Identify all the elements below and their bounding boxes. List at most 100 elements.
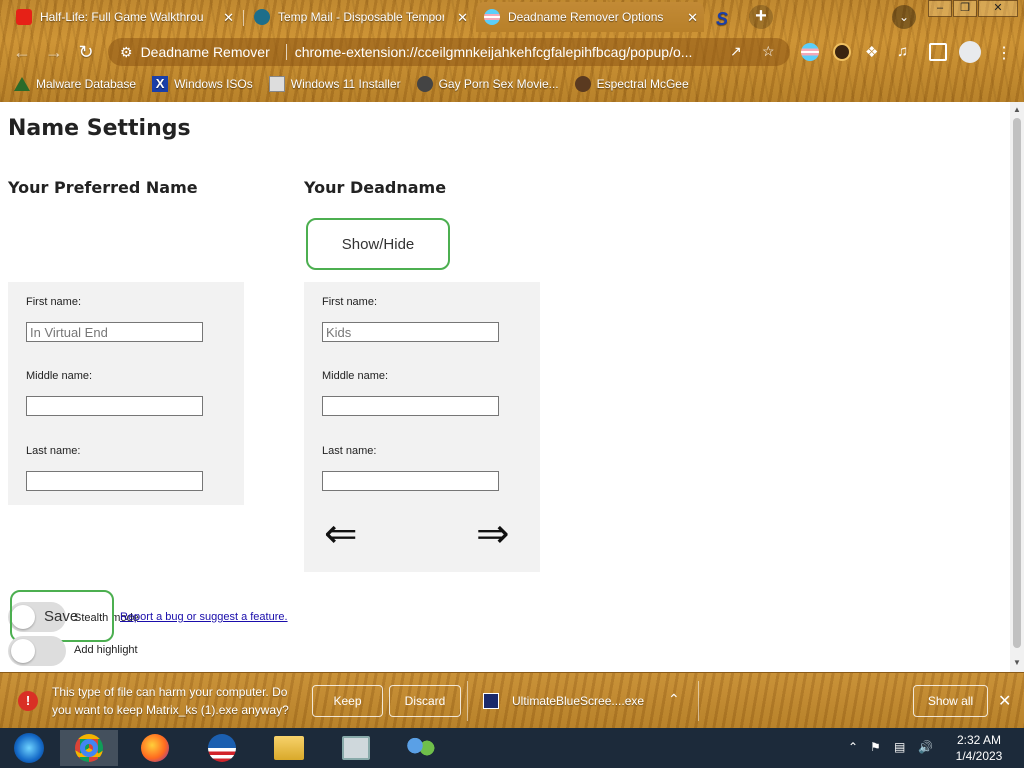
download-warning-message: This type of file can harm your computer… <box>52 685 289 717</box>
discard-button[interactable]: Discard <box>389 685 461 717</box>
tray-overflow-icon[interactable]: ⌃ <box>848 740 858 754</box>
avatar-extension-icon[interactable] <box>833 43 851 61</box>
scroll-up-icon[interactable]: ▲ <box>1013 105 1021 114</box>
s-logo-icon: S <box>716 9 729 29</box>
close-tab-icon[interactable]: ✕ <box>223 10 234 26</box>
x-logo-icon: X <box>152 76 169 92</box>
extension-name: Deadname Remover <box>140 44 270 60</box>
tab-temp-mail[interactable]: Temp Mail - Disposable Tempora ✕ <box>246 2 474 32</box>
share-icon[interactable]: ↗ <box>730 43 742 60</box>
bookmark-gay-porn-sex-movie[interactable]: Gay Porn Sex Movie... <box>416 76 559 92</box>
keep-button[interactable]: Keep <box>312 685 383 717</box>
taskbar-clock[interactable]: 2:32 AM 1/4/2023 <box>944 732 1014 764</box>
middle-name-label: Middle name: <box>322 370 389 382</box>
browser-chrome: Half-Life: Full Game Walkthrou ✕ Temp Ma… <box>0 0 1024 102</box>
firefox-icon <box>141 734 169 762</box>
save-button[interactable]: Save <box>10 590 114 642</box>
show-all-button[interactable]: Show all <box>913 685 988 717</box>
new-tab-button[interactable]: + <box>749 5 773 29</box>
maximize-button[interactable]: ❐ <box>953 0 977 17</box>
taskbar-chrome[interactable] <box>60 730 118 766</box>
exe-file-icon <box>483 693 499 709</box>
back-button[interactable]: ← <box>10 40 34 64</box>
windows-taskbar: ⌃ ⚑ ▤ 🔊 2:32 AM 1/4/2023 <box>0 728 1024 768</box>
start-button[interactable] <box>0 730 58 766</box>
bookmark-windows-isos[interactable]: X Windows ISOs <box>152 76 253 92</box>
taskbar-firefox[interactable] <box>126 730 184 766</box>
close-window-button[interactable]: ✕ <box>978 0 1018 17</box>
bookmark-malware-database[interactable]: Malware Database <box>14 77 136 91</box>
bookmarks-bar: Malware Database X Windows ISOs Windows … <box>0 72 1024 96</box>
previous-arrow-button[interactable]: ⇐ <box>324 514 358 554</box>
forward-button[interactable]: → <box>42 40 66 64</box>
next-arrow-button[interactable]: ⇒ <box>476 514 510 554</box>
bookmark-espectral-mcgee[interactable]: Espectral McGee <box>574 76 689 92</box>
network-icon[interactable]: ▤ <box>894 740 905 754</box>
temp-mail-icon <box>254 9 270 25</box>
side-panel-icon[interactable] <box>929 43 947 61</box>
triangle-icon <box>14 77 30 91</box>
tab-title: Temp Mail - Disposable Tempora <box>278 10 444 24</box>
tab-pinned-s[interactable]: S <box>708 2 744 32</box>
tab-deadname-remover[interactable]: Deadname Remover Options ✕ <box>476 2 704 32</box>
tab-title: Half-Life: Full Game Walkthrou <box>40 10 204 24</box>
deadname-extension-icon[interactable] <box>801 43 819 61</box>
address-bar[interactable]: ⚙ Deadname Remover chrome-extension://cc… <box>108 38 790 66</box>
extensions-puzzle-icon[interactable]: ❖ <box>865 43 883 61</box>
tab-half-life[interactable]: Half-Life: Full Game Walkthrou ✕ <box>8 2 240 32</box>
close-tab-icon[interactable]: ✕ <box>687 10 698 26</box>
url-text[interactable]: chrome-extension://cceilgmnkeijahkehfcgf… <box>295 44 725 60</box>
download-file-name[interactable]: UltimateBlueScree....exe <box>512 694 644 708</box>
monitor-chart-icon <box>342 736 370 760</box>
page-icon <box>268 76 285 92</box>
omnibox-divider <box>285 44 287 60</box>
youtube-icon <box>16 9 32 25</box>
deadname-last-name-input[interactable] <box>322 471 499 491</box>
taskbar-task-manager[interactable] <box>327 730 385 766</box>
volume-icon[interactable]: 🔊 <box>918 740 933 754</box>
warning-icon: ! <box>18 691 38 711</box>
chevron-up-icon[interactable]: ⌃ <box>668 691 680 708</box>
clock-time: 2:32 AM <box>956 733 1002 747</box>
preferred-middle-name-input[interactable] <box>26 396 203 416</box>
vertical-scrollbar[interactable]: ▲ ▼ <box>1010 102 1024 672</box>
tab-strip: Half-Life: Full Game Walkthrou ✕ Temp Ma… <box>0 0 1024 34</box>
bookmark-label: Espectral McGee <box>596 77 689 91</box>
minimize-button[interactable]: – <box>928 0 952 17</box>
media-control-icon[interactable]: ♫ <box>897 43 915 61</box>
first-name-label: First name: <box>26 296 82 308</box>
deadname-heading: Your Deadname <box>304 178 447 197</box>
deadname-middle-name-input[interactable] <box>322 396 499 416</box>
action-center-flag-icon[interactable]: ⚑ <box>870 740 881 754</box>
first-name-label: First name: <box>322 296 378 308</box>
reload-button[interactable]: ↻ <box>74 40 98 64</box>
folder-icon <box>274 736 304 760</box>
scroll-down-icon[interactable]: ▼ <box>1013 658 1021 667</box>
close-download-bar-icon[interactable]: ✕ <box>998 691 1011 711</box>
menu-kebab-icon[interactable]: ⋮ <box>996 43 1014 62</box>
toggle-knob <box>11 639 35 663</box>
deadname-panel: First name: Middle name: Last name: ⇐ ⇒ <box>304 282 540 572</box>
avatar-favicon-icon <box>574 76 591 92</box>
show-hide-button[interactable]: Show/Hide <box>306 218 450 270</box>
scrollbar-thumb[interactable] <box>1013 118 1021 648</box>
add-highlight-toggle[interactable] <box>8 636 66 666</box>
tab-separator <box>243 10 244 26</box>
taskbar-file-explorer[interactable] <box>260 730 318 766</box>
deadname-first-name-input[interactable] <box>322 322 499 342</box>
chrome-icon <box>75 734 103 762</box>
profile-avatar-icon[interactable] <box>959 41 981 63</box>
bookmark-windows-11-installer[interactable]: Windows 11 Installer <box>268 76 401 92</box>
bookmark-label: Windows ISOs <box>174 77 253 91</box>
report-bug-link[interactable]: Report a bug or suggest a feature. <box>120 611 288 623</box>
windows-orb-icon <box>14 733 44 763</box>
puzzle-icon: ⚙ <box>120 43 133 60</box>
clock-date: 1/4/2023 <box>955 749 1003 763</box>
tab-search-button[interactable]: ⌄ <box>892 5 916 29</box>
taskbar-users[interactable] <box>392 730 450 766</box>
preferred-last-name-input[interactable] <box>26 471 203 491</box>
close-tab-icon[interactable]: ✕ <box>457 10 468 26</box>
bookmark-star-icon[interactable]: ☆ <box>762 43 775 60</box>
taskbar-obama[interactable] <box>193 730 251 766</box>
preferred-first-name-input[interactable] <box>26 322 203 342</box>
